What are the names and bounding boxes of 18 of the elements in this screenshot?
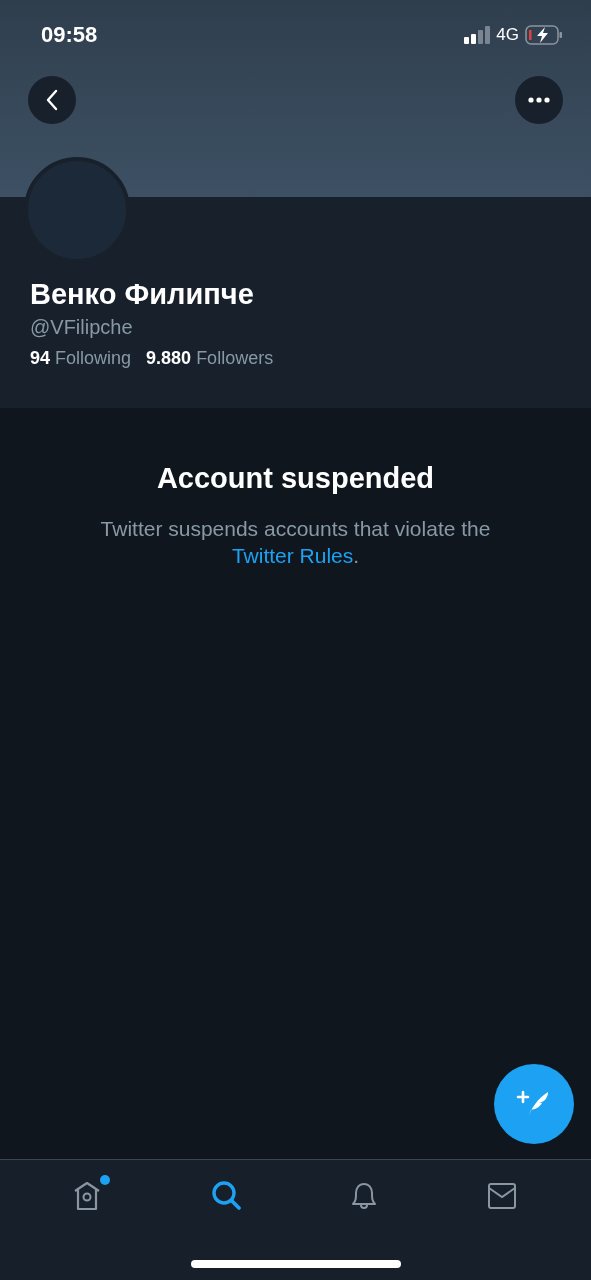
tab[interactable] [209,1179,244,1213]
status-time: 09:58 [41,22,98,48]
suspended-title: Account suspended [156,462,435,495]
more-icon [528,97,550,103]
back-icon [45,89,59,111]
profile-handle: @VFilipche [30,315,134,340]
network-type: 4G [496,25,519,45]
follow-count[interactable]: 9.880 Followers [146,346,274,370]
search-icon [209,1179,244,1213]
more-button[interactable] [515,76,563,124]
profile-name: Венко Филипче [30,277,255,311]
back-button[interactable] [28,76,76,124]
rules-link[interactable]: Twitter Rules [231,544,354,567]
notification-dot [99,1175,110,1185]
battery-icon [525,25,563,45]
suspension-message: Twitter suspends accounts that violate the Twitter Rules. [99,516,492,569]
signal-icon [464,26,491,44]
follow-count[interactable]: 94 Following [30,346,132,370]
